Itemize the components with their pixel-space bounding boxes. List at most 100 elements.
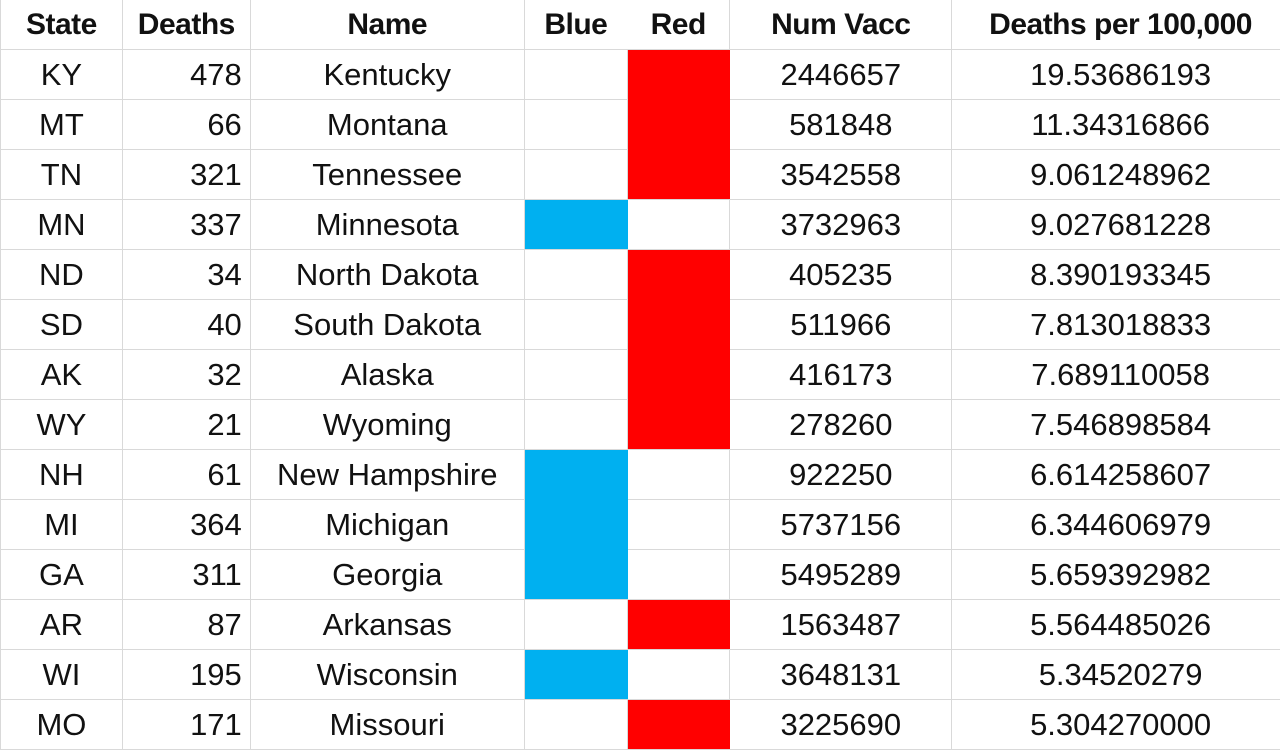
cell-name[interactable]: Arkansas [250,600,524,650]
cell-deaths-per-100k[interactable]: 6.344606979 [952,500,1280,550]
cell-deaths[interactable]: 40 [122,300,250,350]
cell-deaths-per-100k[interactable]: 8.390193345 [952,250,1280,300]
cell-state[interactable]: AR [1,600,123,650]
cell-state[interactable]: GA [1,550,123,600]
header-blue[interactable]: Blue [524,0,627,50]
cell-deaths[interactable]: 478 [122,50,250,100]
cell-state[interactable]: MT [1,100,123,150]
cell-num-vacc[interactable]: 3648131 [730,650,952,700]
cell-deaths-per-100k[interactable]: 5.34520279 [952,650,1280,700]
cell-red[interactable] [627,400,730,450]
cell-blue[interactable] [524,650,627,700]
cell-num-vacc[interactable]: 581848 [730,100,952,150]
cell-deaths-per-100k[interactable]: 7.689110058 [952,350,1280,400]
cell-blue[interactable] [524,450,627,500]
cell-deaths[interactable]: 61 [122,450,250,500]
cell-blue[interactable] [524,500,627,550]
cell-state[interactable]: AK [1,350,123,400]
header-deaths-per-100k[interactable]: Deaths per 100,000 [952,0,1280,50]
cell-red[interactable] [627,300,730,350]
cell-blue[interactable] [524,350,627,400]
cell-blue[interactable] [524,250,627,300]
cell-red[interactable] [627,50,730,100]
cell-blue[interactable] [524,200,627,250]
cell-deaths-per-100k[interactable]: 7.813018833 [952,300,1280,350]
cell-state[interactable]: WY [1,400,123,450]
cell-num-vacc[interactable]: 511966 [730,300,952,350]
cell-num-vacc[interactable]: 3225690 [730,700,952,750]
cell-deaths[interactable]: 66 [122,100,250,150]
cell-blue[interactable] [524,600,627,650]
cell-state[interactable]: NH [1,450,123,500]
cell-deaths-per-100k[interactable]: 11.34316866 [952,100,1280,150]
cell-deaths-per-100k[interactable]: 19.53686193 [952,50,1280,100]
cell-deaths[interactable]: 311 [122,550,250,600]
cell-deaths[interactable]: 364 [122,500,250,550]
cell-deaths[interactable]: 321 [122,150,250,200]
cell-deaths-per-100k[interactable]: 9.027681228 [952,200,1280,250]
cell-red[interactable] [627,350,730,400]
cell-name[interactable]: Missouri [250,700,524,750]
cell-deaths-per-100k[interactable]: 5.659392982 [952,550,1280,600]
cell-deaths[interactable]: 87 [122,600,250,650]
cell-state[interactable]: MI [1,500,123,550]
cell-blue[interactable] [524,550,627,600]
cell-red[interactable] [627,450,730,500]
cell-blue[interactable] [524,400,627,450]
cell-deaths[interactable]: 32 [122,350,250,400]
cell-blue[interactable] [524,150,627,200]
cell-state[interactable]: SD [1,300,123,350]
cell-red[interactable] [627,150,730,200]
cell-deaths[interactable]: 34 [122,250,250,300]
cell-deaths-per-100k[interactable]: 5.564485026 [952,600,1280,650]
cell-red[interactable] [627,250,730,300]
cell-name[interactable]: Georgia [250,550,524,600]
cell-state[interactable]: TN [1,150,123,200]
cell-name[interactable]: New Hampshire [250,450,524,500]
cell-deaths-per-100k[interactable]: 9.061248962 [952,150,1280,200]
cell-num-vacc[interactable]: 278260 [730,400,952,450]
cell-red[interactable] [627,600,730,650]
header-deaths[interactable]: Deaths [122,0,250,50]
cell-red[interactable] [627,200,730,250]
header-num-vacc[interactable]: Num Vacc [730,0,952,50]
cell-deaths[interactable]: 337 [122,200,250,250]
cell-num-vacc[interactable]: 405235 [730,250,952,300]
cell-red[interactable] [627,650,730,700]
cell-num-vacc[interactable]: 922250 [730,450,952,500]
cell-state[interactable]: WI [1,650,123,700]
cell-state[interactable]: MN [1,200,123,250]
cell-num-vacc[interactable]: 416173 [730,350,952,400]
cell-deaths[interactable]: 21 [122,400,250,450]
header-name[interactable]: Name [250,0,524,50]
cell-blue[interactable] [524,700,627,750]
cell-deaths-per-100k[interactable]: 5.304270000 [952,700,1280,750]
cell-deaths[interactable]: 171 [122,700,250,750]
cell-state[interactable]: MO [1,700,123,750]
cell-state[interactable]: ND [1,250,123,300]
cell-num-vacc[interactable]: 5737156 [730,500,952,550]
cell-name[interactable]: South Dakota [250,300,524,350]
cell-num-vacc[interactable]: 5495289 [730,550,952,600]
cell-red[interactable] [627,100,730,150]
cell-name[interactable]: Wyoming [250,400,524,450]
cell-num-vacc[interactable]: 1563487 [730,600,952,650]
cell-deaths-per-100k[interactable]: 6.614258607 [952,450,1280,500]
cell-state[interactable]: KY [1,50,123,100]
cell-name[interactable]: North Dakota [250,250,524,300]
cell-name[interactable]: Tennessee [250,150,524,200]
cell-name[interactable]: Michigan [250,500,524,550]
cell-deaths[interactable]: 195 [122,650,250,700]
cell-blue[interactable] [524,100,627,150]
cell-red[interactable] [627,500,730,550]
cell-num-vacc[interactable]: 2446657 [730,50,952,100]
cell-red[interactable] [627,550,730,600]
cell-name[interactable]: Wisconsin [250,650,524,700]
cell-red[interactable] [627,700,730,750]
cell-blue[interactable] [524,50,627,100]
cell-num-vacc[interactable]: 3542558 [730,150,952,200]
cell-num-vacc[interactable]: 3732963 [730,200,952,250]
header-state[interactable]: State [1,0,123,50]
cell-name[interactable]: Montana [250,100,524,150]
cell-blue[interactable] [524,300,627,350]
